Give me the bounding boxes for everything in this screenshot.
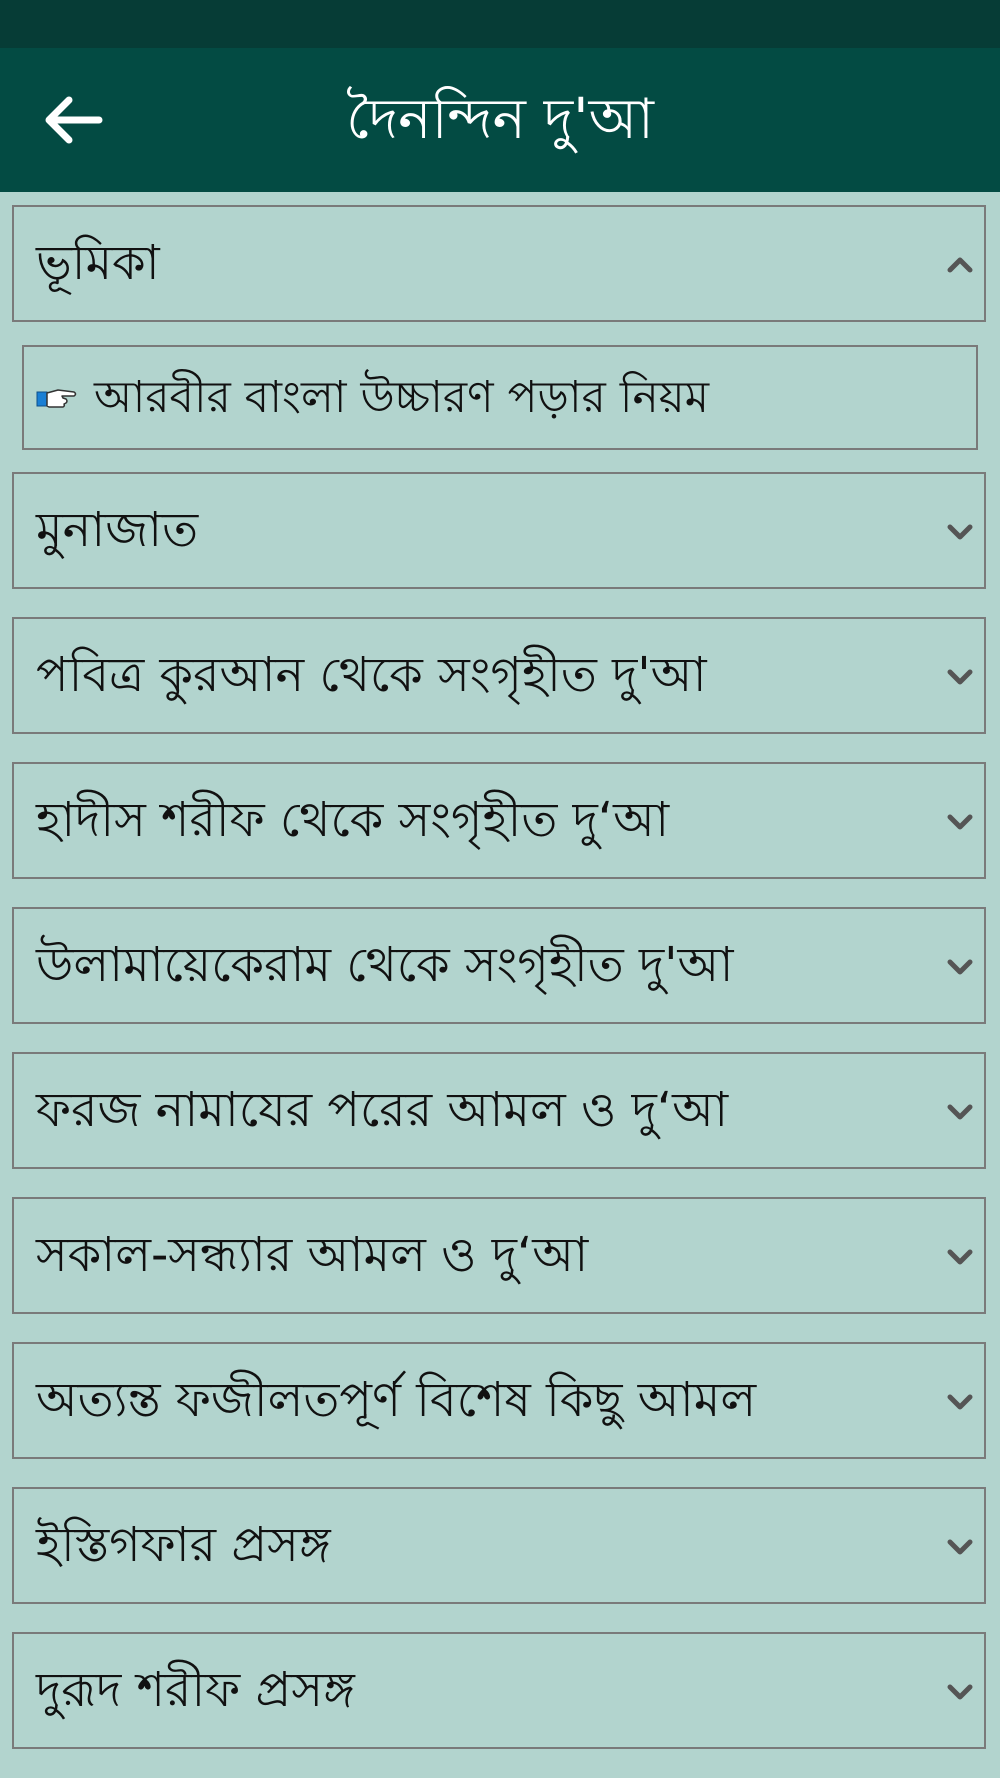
section-label: দুরূদ শরীফ প্রসঙ্গ [36, 1662, 355, 1718]
back-button[interactable] [30, 84, 114, 156]
section-label: মুনাজাত [36, 502, 199, 558]
subitem-label: আরবীর বাংলা উচ্চারণ পড়ার নিয়ম [94, 372, 710, 423]
section-ulama-duas[interactable]: উলামায়েকেরাম থেকে সংগৃহীত দু'আ [12, 907, 986, 1024]
section-special-deeds[interactable]: অত্যন্ত ফজীলতপূর্ণ বিশেষ কিছু আমল [12, 1342, 986, 1459]
section-after-fard-prayer[interactable]: ফরজ নামাযের পরের আমল ও দু‘আ [12, 1052, 986, 1169]
chevron-down-icon [947, 1394, 973, 1410]
chevron-down-icon [947, 1539, 973, 1555]
chevron-down-icon [947, 959, 973, 975]
section-istighfar[interactable]: ইস্তিগফার প্রসঙ্গ [12, 1487, 986, 1604]
app-bar: দৈনন্দিন দু'আ [0, 48, 1000, 192]
section-durood[interactable]: দুরূদ শরীফ প্রসঙ্গ [12, 1632, 986, 1749]
section-label: ফরজ নামাযের পরের আমল ও দু‘আ [36, 1082, 729, 1138]
section-introduction[interactable]: ভূমিকা [12, 205, 986, 322]
section-label: অত্যন্ত ফজীলতপূর্ণ বিশেষ কিছু আমল [36, 1372, 757, 1428]
chevron-down-icon [947, 814, 973, 830]
chevron-down-icon [947, 1104, 973, 1120]
chevron-down-icon [947, 1249, 973, 1265]
section-label: পবিত্র কুরআন থেকে সংগৃহীত দু'আ [36, 647, 707, 703]
section-label: হাদীস শরীফ থেকে সংগৃহীত দু‘আ [36, 792, 670, 848]
section-label: ভূমিকা [36, 235, 160, 291]
section-hadith-duas[interactable]: হাদীস শরীফ থেকে সংগৃহীত দু‘আ [12, 762, 986, 879]
section-label: সকাল-সন্ধ্যার আমল ও দু‘আ [36, 1227, 589, 1283]
section-munajat[interactable]: মুনাজাত [12, 472, 986, 589]
status-bar [0, 0, 1000, 48]
section-label: ইস্তিগফার প্রসঙ্গ [36, 1517, 331, 1573]
subitem-pronunciation-rules[interactable]: আরবীর বাংলা উচ্চারণ পড়ার নিয়ম [22, 345, 978, 450]
section-label: উলামায়েকেরাম থেকে সংগৃহীত দু'আ [36, 937, 734, 993]
chevron-down-icon [947, 524, 973, 540]
section-morning-evening[interactable]: সকাল-সন্ধ্যার আমল ও দু‘আ [12, 1197, 986, 1314]
section-quran-duas[interactable]: পবিত্র কুরআন থেকে সংগৃহীত দু'আ [12, 617, 986, 734]
arrow-left-icon [45, 96, 103, 144]
chevron-down-icon [947, 669, 973, 685]
chevron-up-icon [947, 257, 973, 273]
chevron-down-icon [947, 1684, 973, 1700]
page-title: দৈনন্দিন দু'আ [346, 87, 654, 152]
pointing-hand-icon [36, 389, 77, 408]
